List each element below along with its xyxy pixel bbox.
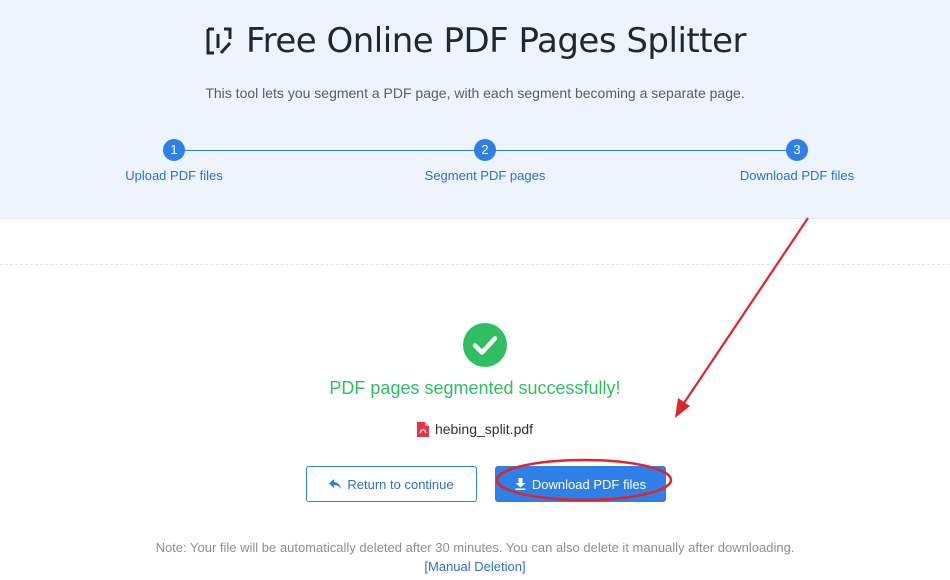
- step-upload: 1 Upload PDF files: [74, 139, 274, 183]
- manual-deletion-link[interactable]: [Manual Deletion]: [0, 559, 950, 574]
- title-row: Free Online PDF Pages Splitter: [0, 18, 950, 64]
- download-label: Download PDF files: [531, 476, 647, 492]
- step-number-1: 1: [163, 139, 185, 161]
- step-download: 3 Download PDF files: [697, 139, 897, 183]
- check-circle-icon: [463, 323, 507, 367]
- step-label-segment: Segment PDF pages: [424, 168, 546, 183]
- step-segment: 2 Segment PDF pages: [385, 139, 585, 183]
- page-subtitle: This tool lets you segment a PDF page, w…: [205, 85, 745, 101]
- pdf-file-icon: [416, 421, 429, 437]
- download-icon: [515, 478, 526, 490]
- step-number-3: 3: [786, 139, 808, 161]
- divider: [0, 264, 950, 265]
- step-label-download: Download PDF files: [739, 168, 855, 183]
- return-label: Return to continue: [347, 476, 454, 492]
- return-to-continue-button[interactable]: Return to continue: [306, 466, 477, 502]
- step-label-upload: Upload PDF files: [125, 168, 223, 183]
- file-name[interactable]: hebing_split.pdf: [435, 421, 533, 437]
- result-file: hebing_split.pdf: [0, 421, 950, 437]
- auto-delete-note: Note: Your file will be automatically de…: [155, 540, 795, 555]
- step-number-2: 2: [474, 139, 496, 161]
- success-message: PDF pages segmented successfully!: [329, 378, 621, 398]
- annotation-arrowhead: [675, 398, 690, 418]
- page-title: Free Online PDF Pages Splitter: [246, 21, 746, 61]
- split-page-logo-icon: [206, 27, 232, 55]
- hero-banner: Free Online PDF Pages Splitter This tool…: [0, 0, 950, 219]
- reply-arrow-icon: [329, 478, 342, 489]
- download-pdf-files-button[interactable]: Download PDF files: [495, 466, 666, 502]
